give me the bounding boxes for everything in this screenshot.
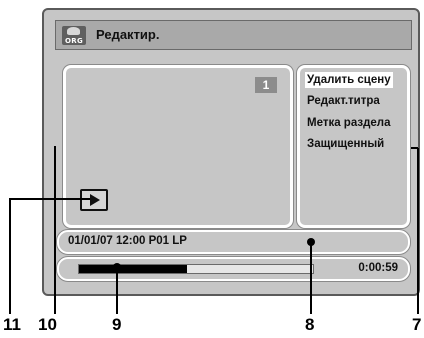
callout-10: 10 xyxy=(38,315,57,334)
callout-7: 7 xyxy=(412,315,422,334)
callout-8: 8 xyxy=(305,315,315,334)
callout-9: 9 xyxy=(112,315,122,334)
callout-11: 11 xyxy=(3,315,21,334)
callout-lines xyxy=(9,146,419,314)
